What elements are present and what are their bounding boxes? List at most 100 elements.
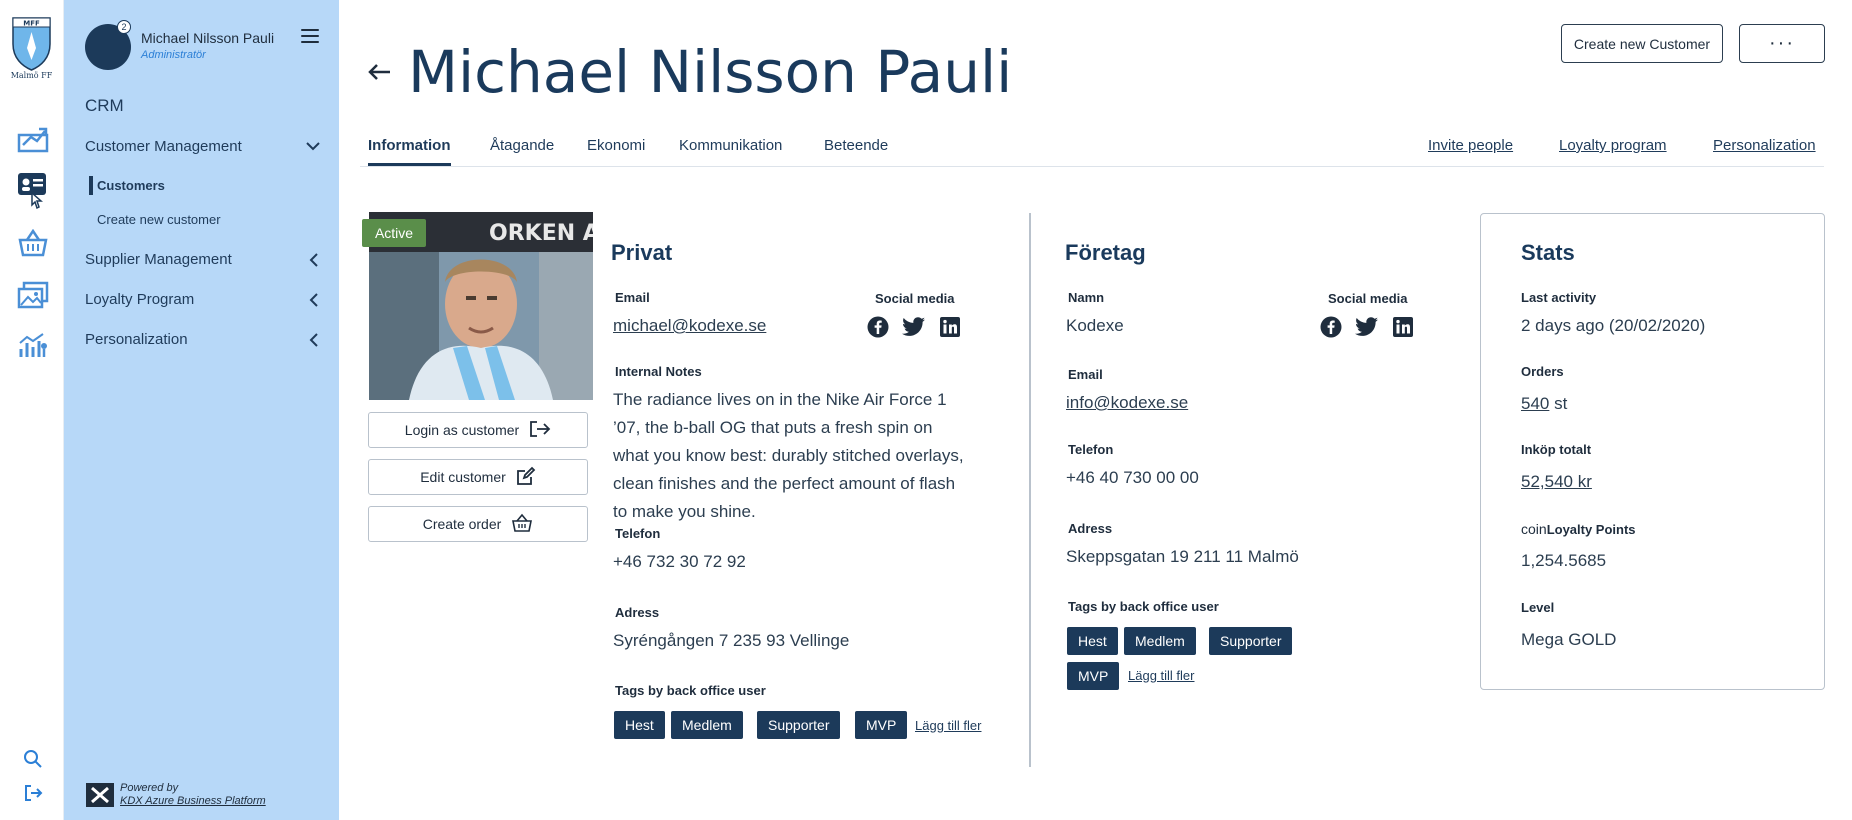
side-navigation: 2 Michael Nilsson Pauli Administratör CR… xyxy=(64,0,339,820)
privat-email-link[interactable]: michael@kodexe.se xyxy=(613,316,766,336)
nav-item-personalization[interactable]: Personalization xyxy=(85,331,321,348)
svg-text:MFF: MFF xyxy=(23,20,40,28)
powered-by: Powered by KDX Azure Business Platform xyxy=(86,782,266,808)
more-options-button[interactable]: ··· xyxy=(1739,24,1825,63)
foretag-name-label: Namn xyxy=(1068,290,1105,305)
chevron-left-icon xyxy=(305,292,321,308)
tag[interactable]: MVP xyxy=(1067,662,1120,690)
tab-ekonomi[interactable]: Ekonomi xyxy=(587,137,645,163)
linkedin-icon[interactable] xyxy=(1391,315,1415,339)
foretag-phone-label: Telefon xyxy=(1068,442,1114,457)
notification-badge: 2 xyxy=(117,20,131,34)
customers-icon[interactable] xyxy=(16,173,50,210)
tab-atagande[interactable]: Åtagande xyxy=(490,137,554,163)
level-value: Mega GOLD xyxy=(1521,630,1617,649)
add-tag-link[interactable]: Lägg till fler xyxy=(1128,668,1194,683)
tab-bar: Information Åtagande Ekonomi Kommunikati… xyxy=(360,137,1824,167)
nav-item-label: Customer Management xyxy=(85,138,242,155)
tab-kommunikation[interactable]: Kommunikation xyxy=(679,137,782,163)
edit-customer-button[interactable]: Edit customer xyxy=(368,459,588,495)
nav-subitem-customers[interactable]: Customers xyxy=(89,176,165,195)
back-arrow-icon[interactable] xyxy=(366,60,392,84)
foretag-title: Företag xyxy=(1065,240,1146,265)
tab-beteende[interactable]: Beteende xyxy=(824,137,888,163)
create-order-button[interactable]: Create order xyxy=(368,506,588,542)
privat-address: Syréngången 7 235 93 Vellinge xyxy=(613,631,850,650)
facebook-icon[interactable] xyxy=(866,315,890,339)
nav-item-label: Personalization xyxy=(85,331,188,348)
logout-icon[interactable] xyxy=(16,778,50,808)
nav-section-title: CRM xyxy=(85,96,124,115)
tag[interactable]: Supporter xyxy=(1209,627,1293,655)
internal-notes-label: Internal Notes xyxy=(615,364,702,379)
foretag-name: Kodexe xyxy=(1066,316,1124,335)
malmo-ff-logo[interactable]: MFF Malmö FF xyxy=(9,14,54,82)
orders-count-link[interactable]: 540 xyxy=(1521,394,1549,413)
media-icon[interactable] xyxy=(16,280,50,310)
privat-phone: +46 732 30 72 92 xyxy=(613,552,746,571)
search-icon[interactable] xyxy=(16,744,50,774)
tag[interactable]: Medlem xyxy=(671,711,743,739)
powered-by-label: Powered by xyxy=(120,782,179,794)
svg-text:Malmö FF: Malmö FF xyxy=(11,71,53,80)
invite-people-link[interactable]: Invite people xyxy=(1428,137,1513,154)
foretag-social-links xyxy=(1319,315,1415,339)
dashboard-icon[interactable] xyxy=(16,124,50,154)
foretag-email-label: Email xyxy=(1068,367,1103,382)
personalization-link[interactable]: Personalization xyxy=(1713,137,1816,154)
foretag-email-link[interactable]: info@kodexe.se xyxy=(1066,393,1188,413)
foretag-tags-label: Tags by back office user xyxy=(1068,599,1219,614)
privat-title: Privat xyxy=(611,240,673,265)
last-activity-label: Last activity xyxy=(1521,290,1597,305)
basket-icon[interactable] xyxy=(16,228,50,258)
status-badge: Active xyxy=(362,219,426,247)
twitter-icon[interactable] xyxy=(1355,315,1379,339)
total-purchases-label: Inköp totalt xyxy=(1521,442,1592,457)
tab-information[interactable]: Information xyxy=(368,137,451,166)
login-as-customer-button[interactable]: Login as customer xyxy=(368,412,588,448)
create-order-label: Create order xyxy=(422,516,502,532)
loyalty-program-link[interactable]: Loyalty program xyxy=(1559,137,1667,154)
kdx-logo-icon xyxy=(86,783,114,807)
orders-label: Orders xyxy=(1521,364,1564,379)
icon-rail: MFF Malmö FF xyxy=(0,0,64,820)
nav-item-supplier-management[interactable]: Supplier Management xyxy=(85,251,321,268)
total-purchases-link[interactable]: 52,540 kr xyxy=(1521,472,1592,492)
nav-item-customer-management[interactable]: Customer Management xyxy=(85,138,321,155)
login-arrow-icon xyxy=(529,420,551,441)
basket-icon xyxy=(511,513,533,536)
linkedin-icon[interactable] xyxy=(938,315,962,339)
chevron-down-icon xyxy=(305,139,321,155)
tag[interactable]: MVP xyxy=(855,711,908,739)
tag[interactable]: Supporter xyxy=(757,711,841,739)
edit-icon xyxy=(516,466,536,489)
user-role: Administratör xyxy=(141,49,206,61)
chevron-left-icon xyxy=(305,252,321,268)
tag[interactable]: Hest xyxy=(1067,627,1118,655)
privat-tags-label: Tags by back office user xyxy=(615,683,766,698)
platform-link[interactable]: KDX Azure Business Platform xyxy=(120,795,266,808)
column-divider xyxy=(1029,213,1031,767)
foretag-social-label: Social media xyxy=(1328,291,1408,306)
coin-icon-text: coin xyxy=(1521,521,1547,537)
add-tag-link[interactable]: Lägg till fler xyxy=(915,718,981,733)
loyalty-points-value: 1,254.5685 xyxy=(1521,551,1607,570)
chevron-left-icon xyxy=(305,332,321,348)
level-label: Level xyxy=(1521,600,1555,615)
hamburger-menu-icon[interactable] xyxy=(301,29,319,45)
nav-item-loyalty-program[interactable]: Loyalty Program xyxy=(85,291,321,308)
facebook-icon[interactable] xyxy=(1319,315,1343,339)
create-new-customer-button[interactable]: Create new Customer xyxy=(1561,24,1723,63)
stats-title: Stats xyxy=(1521,240,1575,265)
login-as-customer-label: Login as customer xyxy=(404,422,520,438)
privat-address-label: Adress xyxy=(615,605,660,620)
orders-unit: st xyxy=(1554,394,1568,413)
twitter-icon[interactable] xyxy=(902,315,926,339)
nav-subitem-create-new-customer[interactable]: Create new customer xyxy=(97,212,221,227)
foretag-address: Skeppsgatan 19 211 11 Malmö xyxy=(1066,547,1299,566)
analytics-icon[interactable] xyxy=(16,330,50,360)
tag[interactable]: Hest xyxy=(614,711,665,739)
internal-notes-text: The radiance lives on in the Nike Air Fo… xyxy=(613,390,964,521)
nav-item-label: Loyalty Program xyxy=(85,291,195,308)
tag[interactable]: Medlem xyxy=(1124,627,1196,655)
